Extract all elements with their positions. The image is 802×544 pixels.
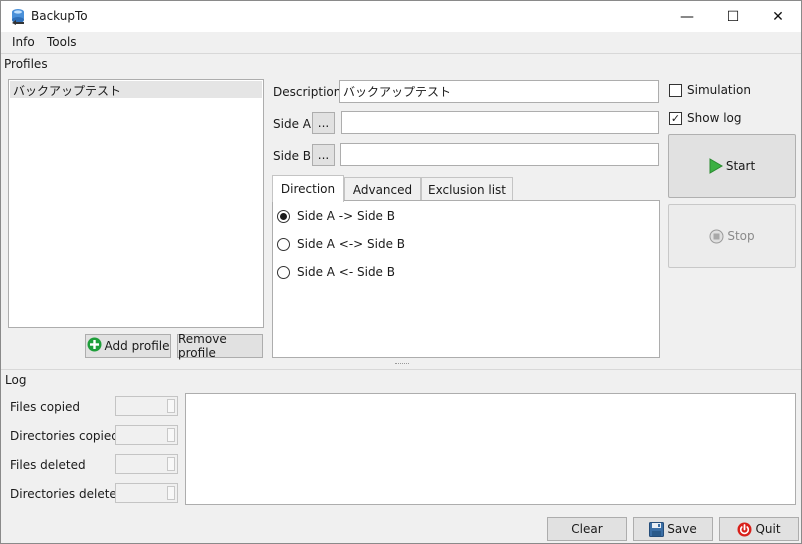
directories-deleted-label: Directories deleted	[10, 487, 125, 501]
spin-arrows-icon	[167, 457, 175, 471]
radio-b-to-a[interactable]	[277, 265, 290, 279]
direction-both-label: Side A <-> Side B	[297, 237, 406, 251]
checkmark-icon: ✓	[670, 111, 681, 125]
side-b-browse-button[interactable]: ...	[312, 144, 335, 166]
add-profile-label: Add profile	[104, 339, 170, 353]
profiles-list[interactable]: バックアップテスト	[8, 79, 264, 328]
direction-option-a-to-b[interactable]: Side A -> Side B	[277, 209, 395, 223]
side-b-input[interactable]	[340, 143, 659, 166]
tab-exclusion-list[interactable]: Exclusion list	[421, 177, 513, 201]
side-b-label: Side B	[273, 149, 311, 163]
spin-arrows-icon	[167, 428, 175, 442]
quit-button[interactable]: Quit	[719, 517, 799, 541]
menu-bar: Info Tools	[1, 32, 801, 53]
close-button[interactable]: ✕	[755, 1, 801, 32]
radio-both[interactable]	[277, 237, 290, 251]
side-a-browse-button[interactable]: ...	[312, 112, 335, 134]
files-copied-label: Files copied	[10, 400, 81, 414]
direction-option-both[interactable]: Side A <-> Side B	[277, 237, 405, 251]
app-icon	[10, 8, 26, 25]
menu-tools[interactable]: Tools	[47, 35, 77, 49]
log-separator	[1, 369, 801, 370]
stop-label: Stop	[727, 229, 755, 243]
description-input[interactable]: バックアップテスト	[339, 80, 659, 103]
remove-profile-button[interactable]: Remove profile	[177, 332, 263, 360]
splitter-handle[interactable]	[395, 363, 409, 366]
quit-icon	[737, 522, 752, 537]
tab-direction[interactable]: Direction	[272, 175, 344, 202]
simulation-label: Simulation	[687, 83, 751, 97]
save-label: Save	[667, 522, 697, 536]
menu-info[interactable]: Info	[12, 35, 35, 49]
directories-deleted-counter	[115, 483, 178, 503]
menu-separator	[1, 53, 801, 54]
title-bar[interactable]: BackupTo — ☐ ✕	[1, 1, 801, 32]
direction-option-b-to-a[interactable]: Side A <- Side B	[277, 265, 395, 279]
files-copied-counter	[115, 396, 178, 416]
description-label: Description	[273, 85, 342, 99]
side-a-label: Side A	[273, 117, 311, 131]
side-a-input[interactable]	[341, 111, 659, 134]
profiles-section-label: Profiles	[4, 57, 48, 71]
direction-a-to-b-label: Side A -> Side B	[297, 209, 395, 223]
clear-label: Clear	[571, 522, 603, 536]
floppy-icon	[649, 521, 665, 537]
remove-profile-label: Remove profile	[178, 332, 227, 360]
add-icon	[87, 337, 102, 355]
files-deleted-label: Files deleted	[10, 458, 86, 472]
files-deleted-counter	[115, 454, 178, 474]
direction-panel: Side A -> Side B Side A <-> Side B Side …	[272, 200, 660, 358]
stop-button[interactable]: Stop	[668, 204, 796, 268]
simulation-checkbox[interactable]	[669, 83, 682, 97]
app-window: BackupTo — ☐ ✕ Info Tools Profiles バックアッ…	[0, 0, 802, 544]
tab-advanced[interactable]: Advanced	[344, 177, 421, 201]
start-button[interactable]: Start	[668, 134, 796, 198]
save-button[interactable]: Save	[633, 517, 713, 541]
show-log-checkbox[interactable]: ✓	[669, 111, 682, 125]
spin-arrows-icon	[167, 486, 175, 500]
start-label: Start	[725, 159, 756, 173]
profile-item[interactable]: バックアップテスト	[10, 81, 262, 98]
show-log-label: Show log	[687, 111, 742, 125]
directories-copied-counter	[115, 425, 178, 445]
log-section-label: Log	[5, 373, 27, 387]
stop-icon	[709, 229, 724, 244]
spin-arrows-icon	[167, 399, 175, 413]
window-title: BackupTo	[31, 9, 88, 23]
quit-label: Quit	[755, 522, 781, 536]
minimize-button[interactable]: —	[664, 1, 710, 32]
clear-button[interactable]: Clear	[547, 517, 627, 541]
directories-copied-label: Directories copied	[10, 429, 119, 443]
play-icon	[709, 158, 723, 174]
log-output[interactable]	[185, 393, 796, 505]
add-profile-button[interactable]: Add profile	[85, 334, 171, 358]
show-log-option[interactable]: ✓ Show log	[669, 111, 742, 125]
radio-a-to-b[interactable]	[277, 209, 290, 223]
radio-selected-dot	[280, 212, 287, 220]
simulation-option[interactable]: Simulation	[669, 83, 751, 97]
maximize-button[interactable]: ☐	[710, 1, 756, 32]
direction-b-to-a-label: Side A <- Side B	[297, 265, 395, 279]
